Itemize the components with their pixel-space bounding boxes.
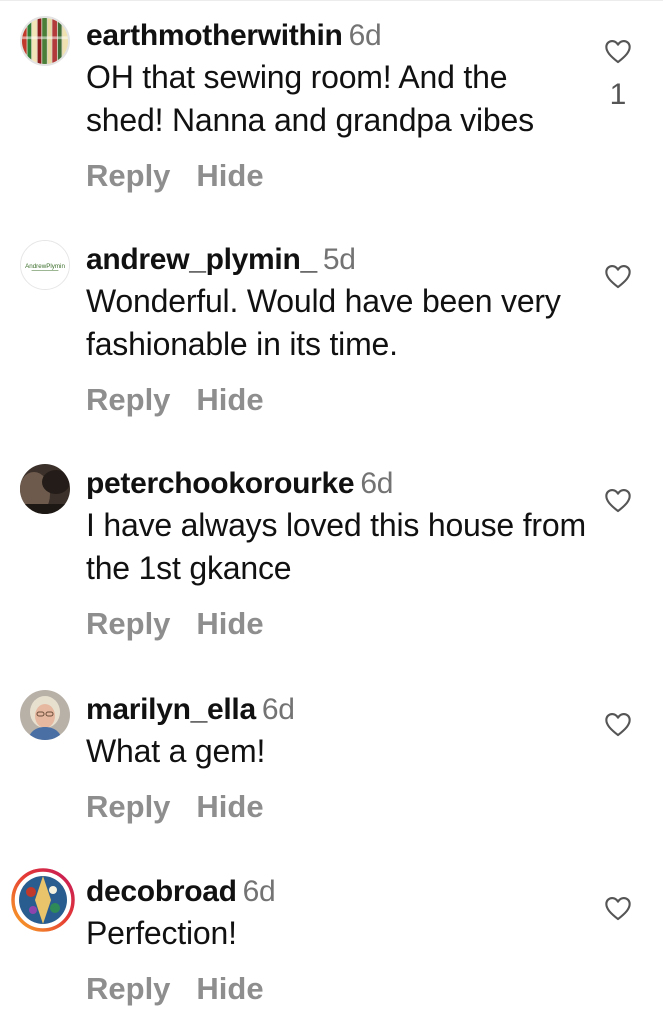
heart-icon[interactable]: [604, 487, 632, 513]
hide-button[interactable]: Hide: [196, 606, 263, 641]
comment-content: marilyn_ella 6d What a gem! Reply Hide: [86, 690, 593, 827]
comment-username[interactable]: decobroad: [86, 875, 237, 908]
comment-actions: Reply Hide: [86, 604, 593, 644]
comment-time: 5d: [322, 243, 356, 276]
comment-text: Wonderful. Would have been very fashiona…: [86, 283, 561, 362]
comment-content: peterchookorourke 6d I have always loved …: [86, 464, 593, 644]
hide-button[interactable]: Hide: [196, 158, 263, 193]
comment-content: andrew_plymin_ 5d Wonderful. Would have b…: [86, 240, 593, 420]
heart-icon[interactable]: [604, 38, 632, 64]
comment-header: peterchookorourke 6d: [86, 464, 593, 504]
comment-header: decobroad 6d: [86, 872, 593, 912]
comment-header: andrew_plymin_ 5d: [86, 240, 593, 280]
comment-text: Perfection!: [86, 915, 237, 951]
comment-text: OH that sewing room! And the shed! Nanna…: [86, 59, 534, 138]
comment-time: 6d: [348, 19, 382, 52]
comment-time: 6d: [360, 467, 394, 500]
like-control: 1: [604, 38, 632, 112]
heart-icon[interactable]: [604, 895, 632, 921]
like-control: [604, 487, 632, 513]
comment-actions: Reply Hide: [86, 380, 593, 420]
like-control: [604, 263, 632, 289]
reply-button[interactable]: Reply: [86, 606, 170, 641]
comment-content: decobroad 6d Perfection! Reply Hide: [86, 872, 593, 1009]
reply-button[interactable]: Reply: [86, 971, 170, 1006]
like-control: [604, 895, 632, 921]
story-ring-avatar-icon[interactable]: [11, 868, 75, 932]
dark-photo-avatar-icon[interactable]: [20, 464, 70, 514]
like-control: [604, 711, 632, 737]
like-count: 1: [609, 78, 627, 111]
comment-actions: Reply Hide: [86, 969, 593, 1009]
comment-text: What a gem!: [86, 733, 266, 769]
comment-username[interactable]: peterchookorourke: [86, 467, 355, 500]
comment-header: marilyn_ella 6d: [86, 690, 593, 730]
reply-button[interactable]: Reply: [86, 382, 170, 417]
top-divider: [0, 0, 663, 1]
reply-button[interactable]: Reply: [86, 158, 170, 193]
logo-avatar-icon[interactable]: AndrewPlymin: [20, 240, 70, 290]
person-photo-avatar-icon[interactable]: [20, 690, 70, 740]
comment-username[interactable]: andrew_plymin_: [86, 243, 317, 276]
comment-actions: Reply Hide: [86, 787, 593, 827]
reply-button[interactable]: Reply: [86, 789, 170, 824]
heart-icon[interactable]: [604, 263, 632, 289]
comment-time: 6d: [261, 693, 295, 726]
hide-button[interactable]: Hide: [196, 789, 263, 824]
comment-actions: Reply Hide: [86, 156, 593, 196]
heart-icon[interactable]: [604, 711, 632, 737]
hide-button[interactable]: Hide: [196, 382, 263, 417]
comment-text: I have always loved this house from the …: [86, 507, 586, 586]
avatar-logo-text: AndrewPlymin: [25, 263, 65, 270]
comment-header: earthmotherwithin 6d: [86, 16, 593, 56]
comment-username[interactable]: earthmotherwithin: [86, 19, 343, 52]
hide-button[interactable]: Hide: [196, 971, 263, 1006]
striped-avatar-icon[interactable]: [20, 16, 70, 66]
comment-time: 6d: [242, 875, 276, 908]
comment-username[interactable]: marilyn_ella: [86, 693, 256, 726]
comment-content: earthmotherwithin 6d OH that sewing room!…: [86, 16, 593, 196]
